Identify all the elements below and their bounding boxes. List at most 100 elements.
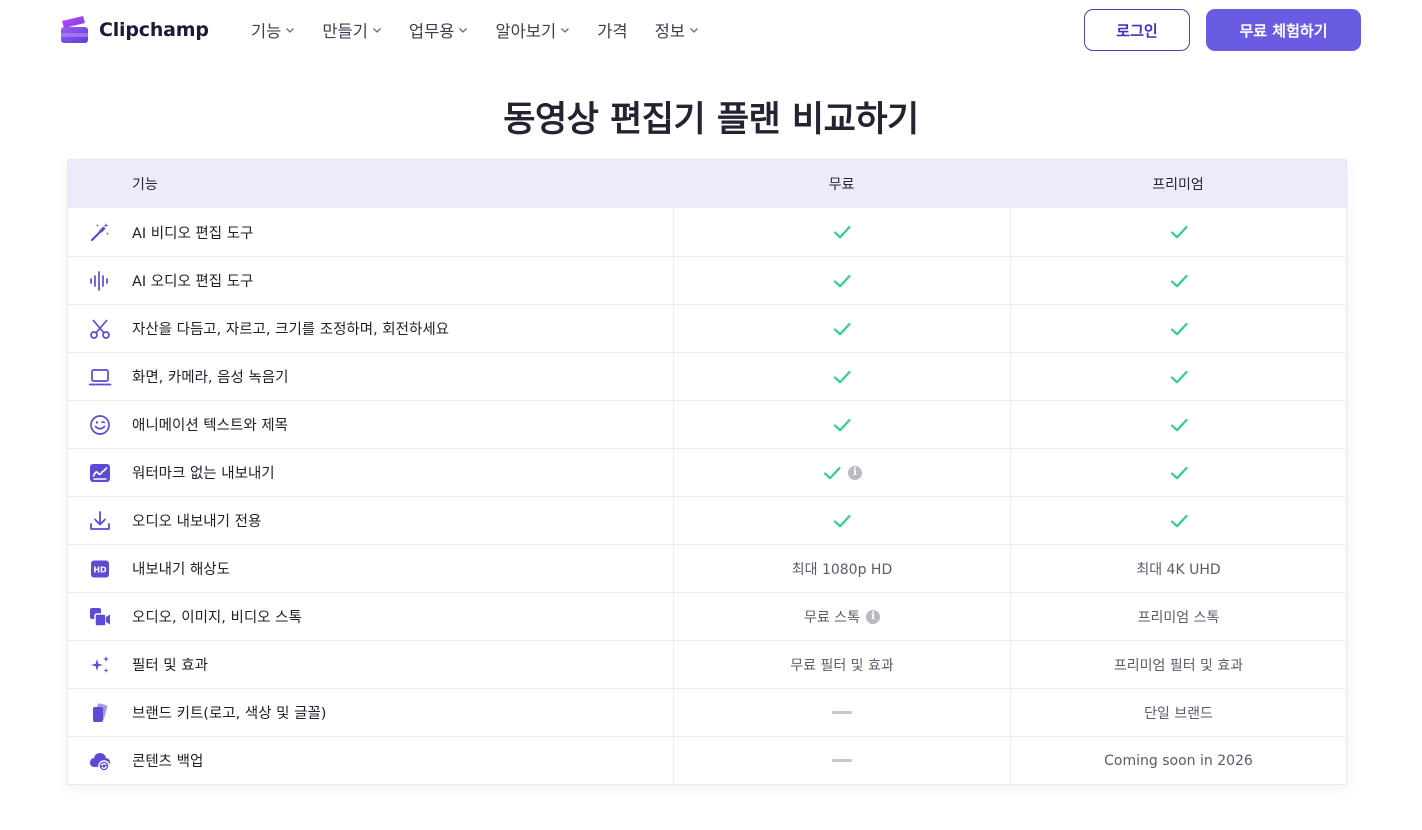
check-icon bbox=[1170, 466, 1188, 479]
nav-label: 기능 bbox=[251, 22, 282, 41]
svg-text:HD: HD bbox=[93, 565, 107, 574]
site-header: Clipchamp 기능 만들기 업무용 알아보기 가격 정보 로그인 무료 체… bbox=[0, 0, 1422, 62]
check-icon bbox=[833, 225, 851, 239]
chevron-down-icon bbox=[561, 28, 570, 33]
check-icon bbox=[1170, 322, 1188, 335]
not-included-dash bbox=[832, 759, 852, 762]
table-row: HD 내보내기 해상도 최대 1080p HD 최대 4K UHD bbox=[68, 544, 1346, 593]
watermark-icon bbox=[90, 463, 110, 482]
table-row: 오디오 내보내기 전용 bbox=[68, 496, 1346, 545]
table-row: 자산을 다듬고, 자르고, 크기를 조정하며, 회전하세요 bbox=[68, 304, 1346, 353]
logo-text: Clipchamp bbox=[99, 18, 209, 41]
clipchamp-logo[interactable]: Clipchamp bbox=[59, 14, 209, 45]
feature-label: 내보내기 해상도 bbox=[132, 562, 230, 578]
nav-label: 만들기 bbox=[322, 22, 368, 41]
free-plan-cell bbox=[673, 352, 1010, 401]
table-row: 브랜드 키트(로고, 색상 및 글꼴) 단일 브랜드 bbox=[68, 688, 1346, 737]
table-row: AI 비디오 편집 도구 bbox=[68, 208, 1346, 256]
premium-plan-cell bbox=[1010, 208, 1346, 256]
free-trial-button[interactable]: 무료 체험하기 bbox=[1206, 9, 1361, 51]
chevron-down-icon bbox=[459, 28, 468, 33]
check-icon bbox=[833, 370, 851, 383]
plan-value-text: 무료 필터 및 효과 bbox=[790, 657, 894, 674]
plan-value-text: 단일 브랜드 bbox=[1144, 705, 1213, 722]
feature-label: 오디오, 이미지, 비디오 스톡 bbox=[132, 610, 302, 626]
feature-cell: 애니메이션 텍스트와 제목 bbox=[68, 401, 673, 449]
check-icon bbox=[1170, 418, 1188, 431]
free-plan-cell bbox=[673, 736, 1010, 785]
check-icon bbox=[1170, 514, 1188, 527]
check-icon bbox=[833, 322, 851, 335]
not-included-dash bbox=[832, 711, 852, 714]
feature-label: 워터마크 없는 내보내기 bbox=[132, 466, 275, 482]
cloud-backup-icon bbox=[90, 752, 110, 772]
nav-item-business[interactable]: 업무용 bbox=[409, 18, 469, 42]
table-row: 애니메이션 텍스트와 제목 bbox=[68, 400, 1346, 449]
feature-label: 오디오 내보내기 전용 bbox=[132, 514, 262, 530]
nav-item-learn[interactable]: 알아보기 bbox=[495, 18, 570, 42]
sparkles-icon bbox=[91, 655, 109, 673]
feature-cell: 워터마크 없는 내보내기 bbox=[68, 449, 673, 497]
premium-plan-cell bbox=[1010, 352, 1346, 401]
media-stock-icon bbox=[90, 607, 110, 627]
plan-value-text: Coming soon in 2026 bbox=[1104, 752, 1253, 769]
feature-cell: 필터 및 효과 bbox=[68, 641, 673, 689]
feature-label: 필터 및 효과 bbox=[132, 658, 208, 674]
feature-cell: 오디오, 이미지, 비디오 스톡 bbox=[68, 593, 673, 641]
premium-plan-cell: 단일 브랜드 bbox=[1010, 688, 1346, 737]
table-row: 워터마크 없는 내보내기 i bbox=[68, 448, 1346, 497]
table-row: 필터 및 효과 무료 필터 및 효과 프리미엄 필터 및 효과 bbox=[68, 640, 1346, 689]
table-row: 오디오, 이미지, 비디오 스톡 무료 스톡 i 프리미엄 스톡 bbox=[68, 592, 1346, 641]
feature-cell: 자산을 다듬고, 자르고, 크기를 조정하며, 회전하세요 bbox=[68, 305, 673, 353]
feature-label: 자산을 다듬고, 자르고, 크기를 조정하며, 회전하세요 bbox=[132, 322, 450, 338]
feature-cell: HD 내보내기 해상도 bbox=[68, 545, 673, 593]
feature-label: 화면, 카메라, 음성 녹음기 bbox=[132, 370, 289, 386]
free-plan-cell bbox=[673, 208, 1010, 256]
brand-kit-icon bbox=[93, 702, 108, 722]
free-plan-cell: 무료 스톡 i bbox=[673, 592, 1010, 641]
premium-plan-cell bbox=[1010, 256, 1346, 305]
table-body: AI 비디오 편집 도구 AI 오디오 편집 도구 자산을 다듬고, 자르고, … bbox=[68, 208, 1346, 785]
feature-label: 애니메이션 텍스트와 제목 bbox=[132, 418, 288, 434]
nav-item-create[interactable]: 만들기 bbox=[322, 18, 382, 42]
premium-plan-cell bbox=[1010, 448, 1346, 497]
free-plan-cell bbox=[673, 688, 1010, 737]
feature-cell: AI 비디오 편집 도구 bbox=[68, 208, 673, 256]
plan-value-text: 무료 스톡 bbox=[804, 609, 860, 626]
free-plan-cell bbox=[673, 400, 1010, 449]
nav-item-features[interactable]: 기능 bbox=[251, 18, 295, 42]
table-row: AI 오디오 편집 도구 bbox=[68, 256, 1346, 305]
premium-plan-cell: 프리미엄 스톡 bbox=[1010, 592, 1346, 641]
header-free: 무료 bbox=[828, 177, 855, 193]
check-icon bbox=[833, 514, 851, 527]
nav-label: 정보 bbox=[654, 22, 685, 41]
nav-label: 업무용 bbox=[408, 22, 455, 41]
check-icon bbox=[823, 466, 841, 479]
check-icon bbox=[833, 274, 851, 287]
plan-value-text: 프리미엄 스톡 bbox=[1137, 609, 1220, 626]
info-icon[interactable]: i bbox=[848, 465, 862, 480]
feature-cell: AI 오디오 편집 도구 bbox=[68, 257, 673, 305]
premium-plan-cell: 최대 4K UHD bbox=[1010, 544, 1346, 593]
nav-item-pricing[interactable]: 가격 bbox=[597, 18, 627, 42]
feature-label: AI 비디오 편집 도구 bbox=[132, 225, 254, 242]
info-icon[interactable]: i bbox=[865, 609, 880, 624]
page-title: 동영상 편집기 플랜 비교하기 bbox=[503, 100, 919, 140]
login-button[interactable]: 로그인 bbox=[1084, 9, 1190, 51]
premium-plan-cell: 프리미엄 필터 및 효과 bbox=[1010, 640, 1346, 689]
feature-cell: 화면, 카메라, 음성 녹음기 bbox=[68, 353, 673, 401]
feature-cell: 콘텐츠 백업 bbox=[68, 737, 673, 785]
free-plan-cell: 최대 1080p HD bbox=[673, 544, 1010, 593]
scissors-icon bbox=[90, 318, 110, 339]
nav-item-about[interactable]: 정보 bbox=[655, 18, 699, 42]
free-plan-cell bbox=[673, 496, 1010, 545]
feature-cell: 오디오 내보내기 전용 bbox=[68, 497, 673, 545]
table-row: 화면, 카메라, 음성 녹음기 bbox=[68, 352, 1346, 401]
check-icon bbox=[1170, 274, 1188, 287]
clipchamp-logo-icon bbox=[61, 16, 88, 43]
chevron-down-icon bbox=[286, 28, 295, 33]
header-feature: 기능 bbox=[132, 177, 158, 193]
check-icon bbox=[1170, 370, 1188, 383]
plan-comparison-table: 기능 무료 프리미엄 AI 비디오 편집 도구 AI 오디오 편집 도구 자산을… bbox=[67, 159, 1347, 785]
premium-plan-cell: Coming soon in 2026 bbox=[1010, 736, 1346, 785]
